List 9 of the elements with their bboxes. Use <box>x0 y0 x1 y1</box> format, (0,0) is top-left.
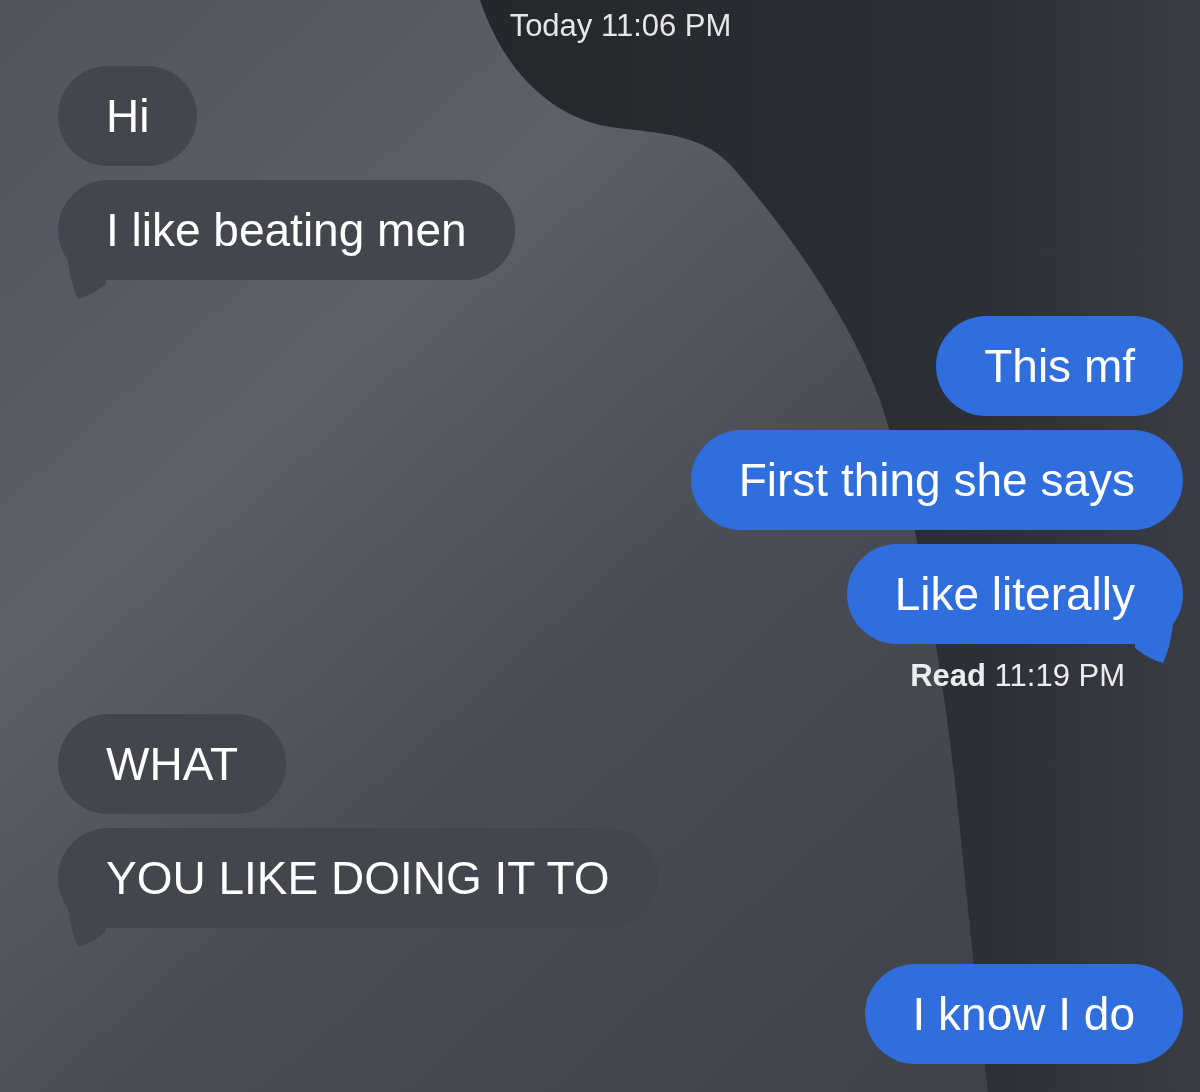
message-bubble: I like beating men <box>58 180 515 280</box>
message-bubble: Like literally <box>846 544 1183 644</box>
message-bubble: WHAT <box>58 714 286 814</box>
message-bubble: I know I do <box>864 964 1183 1064</box>
read-receipt: Read 11:19 PM <box>910 658 1125 694</box>
message-bubble: First thing she says <box>690 430 1183 530</box>
message-bubble: YOU LIKE DOING IT TO <box>58 828 658 928</box>
timestamp-label: Today 11:06 PM <box>509 8 732 44</box>
message-bubble: This mf <box>936 316 1183 416</box>
